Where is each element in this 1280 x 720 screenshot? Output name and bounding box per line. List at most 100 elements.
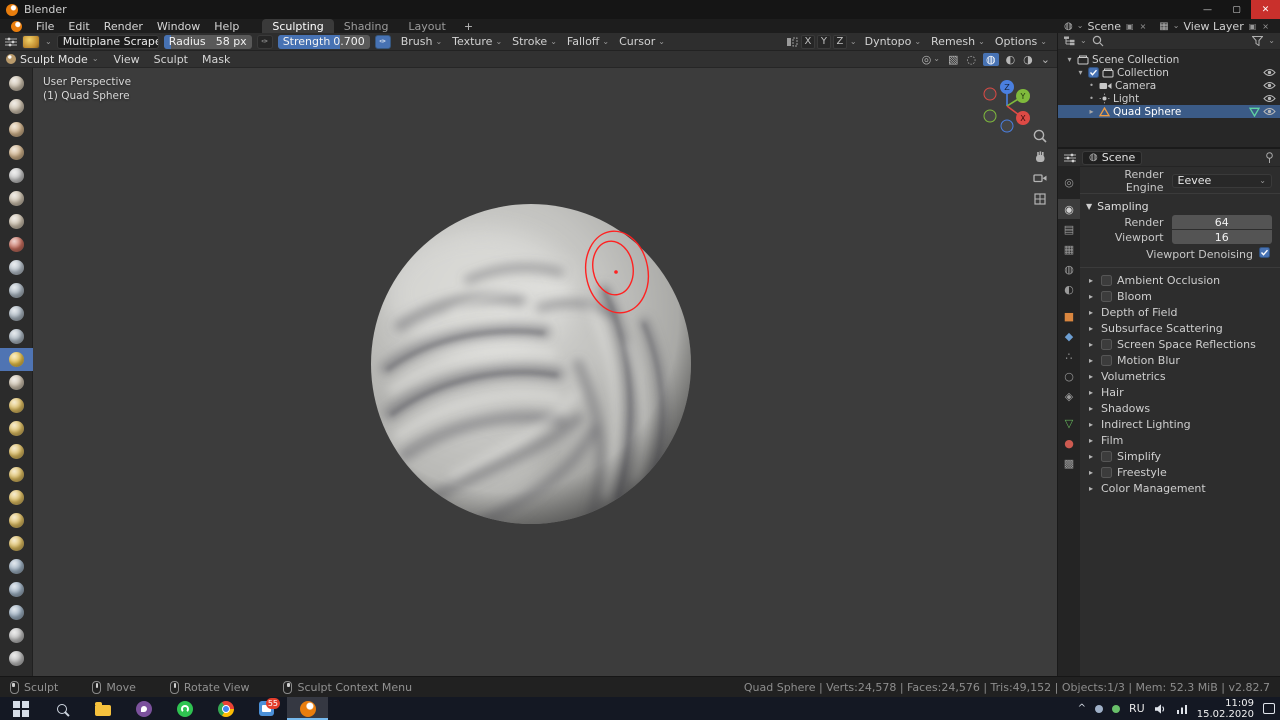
tool-clay-strips[interactable] [0, 141, 33, 164]
viewport-menu-sculpt[interactable]: Sculpt [147, 53, 195, 66]
unlink-scene-button[interactable]: × [1139, 22, 1148, 31]
render-samples-field[interactable]: 64 [1171, 215, 1272, 229]
properties-tab-physics[interactable]: ○ [1058, 366, 1080, 386]
tool-crease[interactable] [0, 233, 33, 256]
shading-solid-icon[interactable]: ◍ [982, 52, 999, 66]
search-taskbar-button[interactable] [41, 697, 82, 720]
hide-in-viewport-eye-icon[interactable] [1263, 81, 1276, 90]
outliner-row-scene-collection[interactable]: ▾ Scene Collection [1058, 53, 1280, 66]
panel-motion-blur[interactable]: ▸ Motion Blur [1086, 352, 1272, 368]
action-center-icon[interactable] [1263, 703, 1275, 714]
close-button[interactable]: ✕ [1251, 0, 1280, 19]
properties-tab-modifiers[interactable]: ◆ [1058, 326, 1080, 346]
remove-view-layer-button[interactable]: × [1261, 22, 1270, 31]
explorer-taskbar-button[interactable] [82, 697, 123, 720]
strength-slider[interactable]: Strength 0.700 [277, 34, 370, 49]
disclosure-icon[interactable]: ▾ [1065, 55, 1074, 64]
panel-checkbox[interactable] [1101, 274, 1112, 286]
panel-checkbox[interactable] [1101, 338, 1112, 350]
start-taskbar-button[interactable] [0, 697, 41, 720]
tool-inflate[interactable] [0, 187, 33, 210]
strength-pressure-toggle[interactable]: ✑ [374, 34, 391, 49]
dropdown-remesh[interactable]: Remesh ⌄ [926, 35, 990, 48]
properties-tab-output[interactable]: ▤ [1058, 219, 1080, 239]
shading-wireframe-icon[interactable]: ◌ [965, 53, 977, 66]
tool-pose[interactable] [0, 486, 33, 509]
tool-blob[interactable] [0, 210, 33, 233]
tool-pinch[interactable] [0, 371, 33, 394]
properties-tab-world[interactable]: ◐ [1058, 279, 1080, 299]
viewport-samples-field[interactable]: 16 [1171, 230, 1272, 244]
properties-breadcrumb[interactable]: ◍ Scene [1082, 150, 1143, 165]
panel-shadows[interactable]: ▸ Shadows [1086, 400, 1272, 416]
new-view-layer-button[interactable]: ▣ [1248, 22, 1258, 31]
tool-grab[interactable] [0, 394, 33, 417]
collection-checkbox[interactable] [1088, 67, 1099, 78]
properties-tab-object[interactable]: ■ [1058, 306, 1080, 326]
hide-in-viewport-eye-icon[interactable] [1263, 68, 1276, 77]
dropdown-cursor[interactable]: Cursor ⌄ [614, 35, 670, 48]
workspace-tab-layout[interactable]: Layout [398, 19, 455, 33]
panel-bloom[interactable]: ▸ Bloom [1086, 288, 1272, 304]
show-gizmo-icon[interactable]: ◎ ⌄ [921, 53, 941, 66]
dropdown-texture[interactable]: Texture ⌄ [447, 35, 507, 48]
tool-annotate[interactable] [0, 624, 33, 647]
tool-elastic-deform[interactable] [0, 417, 33, 440]
tool-fill[interactable] [0, 302, 33, 325]
properties-tab-view-layer[interactable]: ▦ [1058, 239, 1080, 259]
workspace-tab-shading[interactable]: Shading [334, 19, 399, 33]
zoom-icon[interactable] [1032, 128, 1048, 144]
panel-checkbox[interactable] [1101, 354, 1112, 366]
pan-hand-icon[interactable] [1032, 149, 1048, 165]
volume-icon[interactable] [1154, 703, 1167, 714]
brush-preview-icon[interactable] [22, 34, 40, 49]
tool-slide-relax[interactable] [0, 555, 33, 578]
viewport-denoising-checkbox[interactable] [1259, 247, 1270, 261]
viewport-menu-view[interactable]: View [107, 53, 147, 66]
brush-name-field[interactable]: Multiplane Scrape [56, 34, 159, 49]
tray-expand-icon[interactable]: ^ [1078, 703, 1086, 714]
language-indicator[interactable]: RU [1129, 702, 1145, 715]
network-icon[interactable] [1176, 704, 1188, 714]
shading-options-icon[interactable]: ⌄ [1040, 53, 1051, 66]
panel-freestyle[interactable]: ▸ Freestyle [1086, 464, 1272, 480]
panel-hair[interactable]: ▸ Hair [1086, 384, 1272, 400]
panel-depth-of-field[interactable]: ▸ Depth of Field [1086, 304, 1272, 320]
tool-layer[interactable] [0, 164, 33, 187]
tool-mask[interactable] [0, 578, 33, 601]
mirror-y-toggle[interactable]: Y [816, 34, 831, 49]
blender-taskbar-button[interactable] [287, 697, 328, 720]
minimize-button[interactable]: — [1193, 0, 1222, 19]
panel-checkbox[interactable] [1101, 290, 1112, 302]
filter-funnel-icon[interactable] [1252, 36, 1264, 46]
pin-icon[interactable] [1265, 151, 1274, 164]
properties-tab-render[interactable]: ◉ [1058, 199, 1080, 219]
panel-checkbox[interactable] [1101, 466, 1112, 478]
properties-tab-scene[interactable]: ◍ [1058, 259, 1080, 279]
mirror-x-toggle[interactable]: X [800, 34, 815, 49]
shading-rendered-icon[interactable]: ◑ [1022, 53, 1034, 66]
shading-material-icon[interactable]: ◐ [1005, 53, 1017, 66]
panel-film[interactable]: ▸ Film [1086, 432, 1272, 448]
panel-indirect-lighting[interactable]: ▸ Indirect Lighting [1086, 416, 1272, 432]
tool-clay[interactable] [0, 118, 33, 141]
hide-in-viewport-eye-icon[interactable] [1263, 94, 1276, 103]
outliner-search-icon[interactable] [1092, 35, 1104, 47]
panel-simplify[interactable]: ▸ Simplify [1086, 448, 1272, 464]
panel-checkbox[interactable] [1101, 450, 1112, 462]
panel-subsurface-scattering[interactable]: ▸ Subsurface Scattering [1086, 320, 1272, 336]
render-engine-dropdown[interactable]: Eevee ⌄ [1171, 173, 1272, 188]
tool-measure[interactable] [0, 647, 33, 670]
antivirus-tray-icon[interactable] [1112, 704, 1121, 713]
radius-pressure-toggle[interactable]: ✑ [256, 34, 273, 49]
dropdown-dyntopo[interactable]: Dyntopo ⌄ [860, 35, 926, 48]
tool-thumb[interactable] [0, 463, 33, 486]
tool-nudge[interactable] [0, 509, 33, 532]
xray-toggle-icon[interactable]: ▧ [947, 53, 959, 66]
tool-multiplane-scrape[interactable] [0, 348, 33, 371]
tool-draw[interactable] [0, 72, 33, 95]
add-workspace-button[interactable]: + [456, 19, 481, 33]
chrome-taskbar-button[interactable] [205, 697, 246, 720]
outliner-editor-icon[interactable] [1063, 36, 1075, 46]
viewport-menu-mask[interactable]: Mask [195, 53, 237, 66]
